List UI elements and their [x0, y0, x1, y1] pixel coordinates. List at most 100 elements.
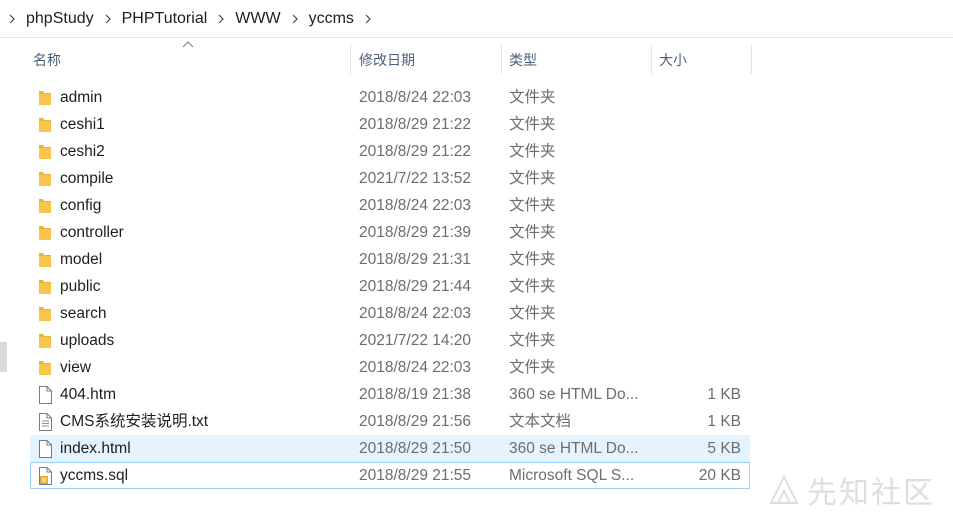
- file-type: 文件夹: [509, 305, 556, 322]
- file-modified-date: 2018/8/29 21:55: [359, 467, 472, 484]
- file-modified-date: 2021/7/22 13:52: [359, 170, 472, 187]
- file-name: CMS系统安装说明.txt: [60, 413, 209, 430]
- file-type: 文件夹: [509, 170, 556, 187]
- column-header-date[interactable]: 修改日期: [351, 38, 501, 82]
- file-name: public: [60, 278, 101, 295]
- chevron-right-icon[interactable]: [4, 11, 20, 27]
- file-name: ceshi2: [60, 143, 105, 160]
- folder-icon: [37, 251, 53, 269]
- file-type: 360 se HTML Do...: [509, 386, 639, 403]
- file-row[interactable]: search 2018/8/24 22:03 文件夹: [30, 300, 750, 327]
- file-row[interactable]: admin 2018/8/24 22:03 文件夹: [30, 84, 750, 111]
- file-name: search: [60, 305, 107, 322]
- column-divider[interactable]: [751, 44, 752, 74]
- chevron-right-icon[interactable]: [100, 11, 116, 27]
- file-modified-date: 2018/8/24 22:03: [359, 359, 472, 376]
- file-size: 1 KB: [707, 413, 741, 430]
- folder-icon: [37, 305, 53, 323]
- address-breadcrumb: phpStudy PHPTutorial WWW yccms: [0, 0, 953, 38]
- file-type: 文件夹: [509, 251, 556, 268]
- file-modified-date: 2018/8/29 21:44: [359, 278, 472, 295]
- watermark-logo-icon: [769, 474, 799, 504]
- file-modified-date: 2018/8/24 22:03: [359, 305, 472, 322]
- file-row[interactable]: compile 2021/7/22 13:52 文件夹: [30, 165, 750, 192]
- folder-icon: [37, 224, 53, 242]
- breadcrumb-item-yccms[interactable]: yccms: [305, 10, 358, 28]
- file-modified-date: 2018/8/29 21:50: [359, 440, 472, 457]
- text-file-icon: [37, 413, 53, 431]
- file-row[interactable]: 404.htm 2018/8/19 21:38 360 se HTML Do... 1…: [30, 381, 750, 408]
- folder-icon: [37, 89, 53, 107]
- file-row[interactable]: yccms.sql 2018/8/29 21:55 Microsoft SQL S.…: [30, 462, 750, 489]
- file-modified-date: 2018/8/29 21:22: [359, 116, 472, 133]
- file-type: Microsoft SQL S...: [509, 467, 635, 484]
- watermark: 先知社区: [767, 468, 935, 512]
- file-name: controller: [60, 224, 124, 241]
- chevron-right-icon[interactable]: [287, 11, 303, 27]
- file-name: index.html: [60, 440, 131, 457]
- file-type: 文件夹: [509, 197, 556, 214]
- file-size: 1 KB: [707, 386, 741, 403]
- file-list: admin 2018/8/24 22:03 文件夹 ceshi1 2018/8/29 2…: [30, 84, 750, 489]
- breadcrumb-item-phptutorial[interactable]: PHPTutorial: [118, 10, 212, 28]
- sql-file-icon: [37, 467, 53, 485]
- file-row[interactable]: controller 2018/8/29 21:39 文件夹: [30, 219, 750, 246]
- file-row[interactable]: ceshi2 2018/8/29 21:22 文件夹: [30, 138, 750, 165]
- file-name: compile: [60, 170, 114, 187]
- column-header-name[interactable]: 名称: [25, 38, 350, 82]
- file-modified-date: 2018/8/29 21:22: [359, 143, 472, 160]
- file-name: view: [60, 359, 92, 376]
- file-row[interactable]: view 2018/8/24 22:03 文件夹: [30, 354, 750, 381]
- file-name: uploads: [60, 332, 115, 349]
- file-size: 20 KB: [698, 467, 741, 484]
- file-modified-date: 2018/8/24 22:03: [359, 197, 472, 214]
- html-file-icon: [37, 440, 53, 458]
- file-row[interactable]: uploads 2021/7/22 14:20 文件夹: [30, 327, 750, 354]
- file-type: 文件夹: [509, 278, 556, 295]
- file-row[interactable]: ceshi1 2018/8/29 21:22 文件夹: [30, 111, 750, 138]
- folder-icon: [37, 170, 53, 188]
- file-name: config: [60, 197, 102, 214]
- file-size: 5 KB: [707, 440, 741, 457]
- file-row[interactable]: index.html 2018/8/29 21:50 360 se HTML Do.…: [30, 435, 750, 462]
- file-name: ceshi1: [60, 116, 105, 133]
- file-type: 文件夹: [509, 332, 556, 349]
- file-type: 360 se HTML Do...: [509, 440, 639, 457]
- file-type: 文件夹: [509, 224, 556, 241]
- chevron-right-icon[interactable]: [213, 11, 229, 27]
- file-type: 文件夹: [509, 143, 556, 160]
- column-header: 名称 修改日期 类型 大小: [0, 38, 953, 82]
- file-modified-date: 2018/8/29 21:56: [359, 413, 472, 430]
- file-row[interactable]: config 2018/8/24 22:03 文件夹: [30, 192, 750, 219]
- file-modified-date: 2018/8/29 21:39: [359, 224, 472, 241]
- file-row[interactable]: public 2018/8/29 21:44 文件夹: [30, 273, 750, 300]
- file-type: 文件夹: [509, 89, 556, 106]
- navigation-pane-edge: [0, 342, 7, 372]
- breadcrumb-item-phpstudy[interactable]: phpStudy: [22, 10, 98, 28]
- file-modified-date: 2021/7/22 14:20: [359, 332, 472, 349]
- chevron-right-icon[interactable]: [360, 11, 376, 27]
- file-name: admin: [60, 89, 103, 106]
- html-file-icon: [37, 386, 53, 404]
- file-row[interactable]: model 2018/8/29 21:31 文件夹: [30, 246, 750, 273]
- folder-icon: [37, 278, 53, 296]
- folder-icon: [37, 116, 53, 134]
- file-modified-date: 2018/8/24 22:03: [359, 89, 472, 106]
- folder-icon: [37, 332, 53, 350]
- folder-icon: [37, 143, 53, 161]
- file-row[interactable]: CMS系统安装说明.txt 2018/8/29 21:56 文本文档 1 KB: [30, 408, 750, 435]
- file-type: 文本文档: [509, 413, 572, 430]
- folder-icon: [37, 197, 53, 215]
- file-type: 文件夹: [509, 359, 556, 376]
- breadcrumb-item-www[interactable]: WWW: [231, 10, 284, 28]
- file-modified-date: 2018/8/19 21:38: [359, 386, 472, 403]
- file-name: yccms.sql: [60, 467, 129, 484]
- file-name: 404.htm: [60, 386, 117, 403]
- column-header-size[interactable]: 大小: [651, 38, 751, 82]
- column-header-type[interactable]: 类型: [501, 38, 651, 82]
- file-name: model: [60, 251, 103, 268]
- file-modified-date: 2018/8/29 21:31: [359, 251, 472, 268]
- folder-icon: [37, 359, 53, 377]
- watermark-text: 先知社区: [807, 476, 935, 511]
- file-type: 文件夹: [509, 116, 556, 133]
